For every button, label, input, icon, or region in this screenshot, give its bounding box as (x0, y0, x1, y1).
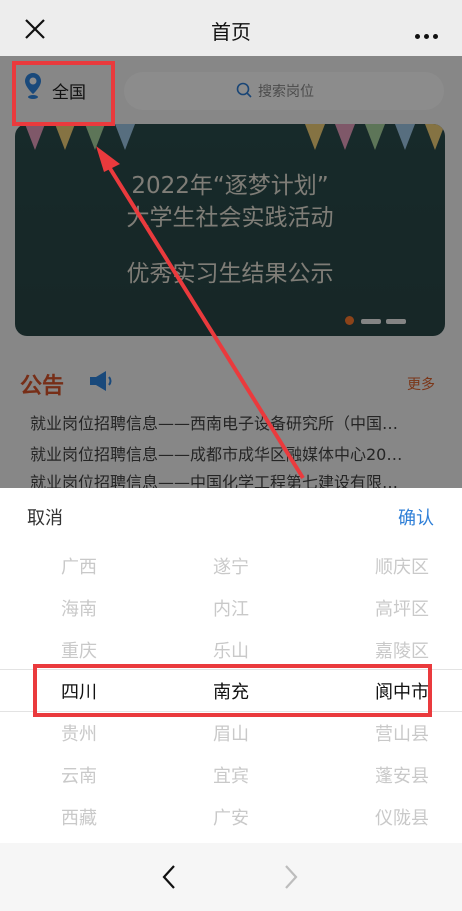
city-option[interactable]: 宜宾 (156, 762, 306, 788)
district-option[interactable]: 高坪区 (309, 595, 459, 621)
back-arrow-icon[interactable] (160, 863, 178, 891)
province-option[interactable]: 贵州 (3, 720, 153, 746)
district-option[interactable]: 仪陇县 (309, 804, 459, 830)
city-option[interactable]: 内江 (156, 595, 306, 621)
forward-arrow-icon[interactable] (282, 863, 300, 891)
city-option[interactable]: 乐山 (156, 637, 306, 663)
selected-row-highlight-box (33, 664, 432, 717)
location-highlight-box (12, 61, 115, 126)
page-title: 首页 (211, 20, 251, 44)
top-bar: 首页 (0, 0, 462, 56)
district-option[interactable]: 顺庆区 (309, 553, 459, 579)
province-option[interactable]: 重庆 (3, 637, 153, 663)
district-option[interactable]: 嘉陵区 (309, 637, 459, 663)
more-options-icon[interactable] (415, 24, 442, 43)
city-option[interactable]: 广安 (156, 804, 306, 830)
province-option[interactable]: 云南 (3, 762, 153, 788)
browser-nav-bar (0, 843, 462, 911)
province-option[interactable]: 西藏 (3, 804, 153, 830)
city-option[interactable]: 眉山 (156, 720, 306, 746)
province-option[interactable]: 广西 (3, 553, 153, 579)
province-option[interactable]: 海南 (3, 595, 153, 621)
district-option[interactable]: 蓬安县 (309, 762, 459, 788)
city-option[interactable]: 遂宁 (156, 553, 306, 579)
district-option[interactable]: 营山县 (309, 720, 459, 746)
